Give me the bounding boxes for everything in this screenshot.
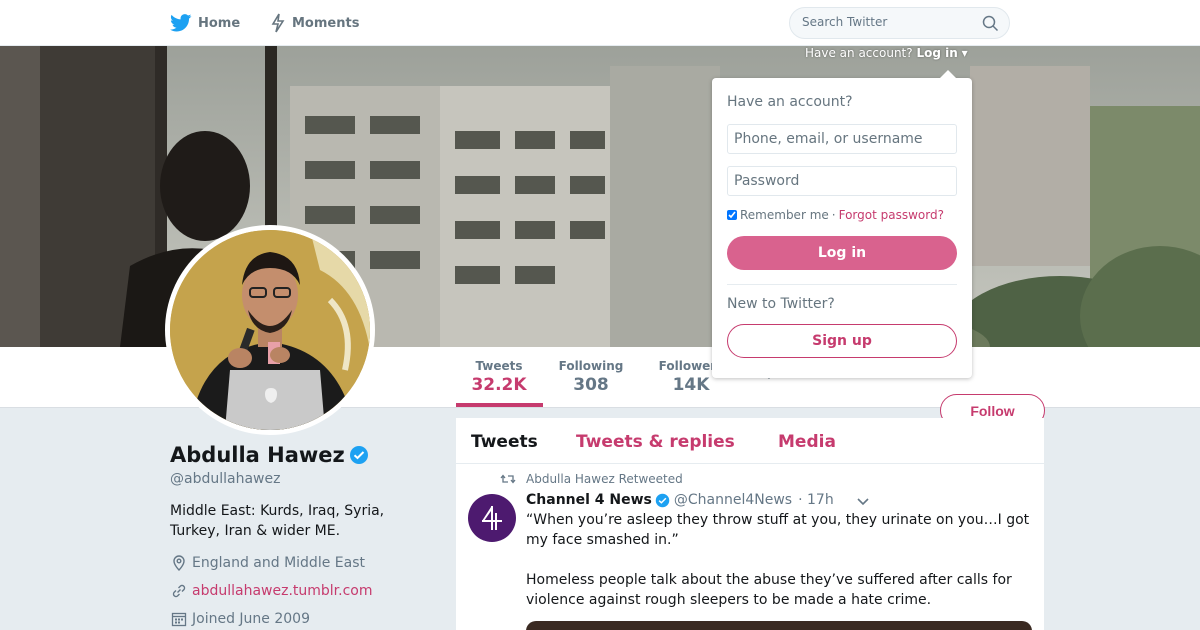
login-dropdown-title: Have an account? [727, 94, 853, 110]
lightning-icon [271, 13, 285, 33]
calendar-icon [171, 612, 187, 627]
profile-url-link[interactable]: abdullahawez.tumblr.com [192, 583, 373, 599]
stat-following[interactable]: Following 308 [556, 359, 626, 395]
verified-badge-icon [655, 493, 670, 507]
search-icon[interactable] [982, 15, 999, 32]
remember-row: Remember me · Forgot password? [727, 208, 944, 222]
dropdown-caret [940, 70, 956, 78]
profile-url: abdullahawez.tumblr.com [170, 582, 373, 600]
profile-joined: Joined June 2009 [170, 610, 310, 628]
forgot-password-link[interactable]: Forgot password? [839, 208, 944, 222]
stat-tweets-value: 32.2K [471, 375, 527, 395]
login-dropdown: Have an account? Remember me · Forgot pa… [712, 70, 972, 378]
verified-badge-icon [349, 446, 368, 464]
stat-tweets-label: Tweets [475, 359, 523, 373]
profile-name: Abdulla Hawez [170, 443, 369, 467]
tab-tweets-replies[interactable]: Tweets & replies [576, 432, 735, 452]
remember-me-checkbox[interactable] [727, 210, 737, 220]
chevron-down-icon[interactable] [856, 496, 870, 506]
nav-moments-link[interactable]: Moments [270, 12, 359, 34]
login-button[interactable]: Log in [727, 236, 957, 270]
stat-followers-value: 14K [672, 375, 710, 395]
channel4-logo-icon [482, 506, 502, 530]
tweet-author-avatar[interactable] [468, 494, 516, 542]
profile-joined-text: Joined June 2009 [192, 611, 310, 627]
divider [727, 284, 957, 285]
caret-down-icon[interactable]: ▾ [962, 46, 968, 60]
tweet-author-handle[interactable]: @Channel4News [674, 492, 792, 508]
profile-location: England and Middle East [170, 554, 365, 572]
profile-bio: Middle East: Kurds, Iraq, Syria, Turkey,… [170, 503, 385, 539]
timeline-tabs: Tweets Tweets & replies Media [456, 418, 1044, 464]
nav-moments-label: Moments [292, 15, 360, 31]
stat-tweets[interactable]: Tweets 32.2K [456, 359, 542, 395]
search-input[interactable] [802, 15, 972, 29]
retweet-icon [500, 474, 516, 484]
tab-media[interactable]: Media [778, 432, 836, 452]
top-nav: Home Moments [0, 0, 1200, 46]
timeline: Tweets Tweets & replies Media Abdulla Ha… [456, 418, 1044, 630]
profile-handle[interactable]: @abdullahawez [170, 471, 280, 487]
account-prompt: Have an account? Log in ▾ [805, 46, 968, 60]
avatar[interactable] [165, 225, 375, 435]
tweet-author-name[interactable]: Channel 4 News [526, 492, 652, 508]
link-icon [172, 584, 186, 598]
tweet-timestamp[interactable]: · 17h [798, 492, 834, 508]
username-field[interactable] [727, 124, 957, 154]
tweet-media[interactable] [526, 621, 1032, 630]
account-question: Have an account? [805, 46, 913, 60]
password-field[interactable] [727, 166, 957, 196]
location-pin-icon [173, 555, 185, 571]
stat-following-value: 308 [573, 375, 609, 395]
profile-location-text: England and Middle East [192, 555, 365, 571]
avatar-photo [170, 230, 370, 430]
login-toggle[interactable]: Log in [916, 46, 957, 60]
tab-tweets[interactable]: Tweets [471, 432, 538, 452]
retweet-context-text[interactable]: Abdulla Hawez Retweeted [526, 472, 683, 486]
remember-me-label[interactable]: Remember me [740, 208, 829, 222]
nav-home-label: Home [198, 15, 241, 31]
nav-home-link[interactable]: Home [170, 12, 240, 34]
active-stat-underline [456, 403, 543, 407]
profile-name-text: Abdulla Hawez [170, 443, 345, 467]
retweet-context: Abdulla Hawez Retweeted [500, 472, 683, 486]
signup-button[interactable]: Sign up [727, 324, 957, 358]
stat-following-label: Following [558, 359, 624, 373]
new-user-prompt: New to Twitter? [727, 296, 835, 312]
tweet-header: Channel 4 News @Channel4News · 17h [526, 492, 834, 508]
search-box[interactable] [789, 7, 1010, 39]
tweet-text: “When you’re asleep they throw stuff at … [526, 512, 1030, 608]
separator-dot: · [831, 208, 836, 222]
twitter-bird-icon [170, 14, 192, 32]
